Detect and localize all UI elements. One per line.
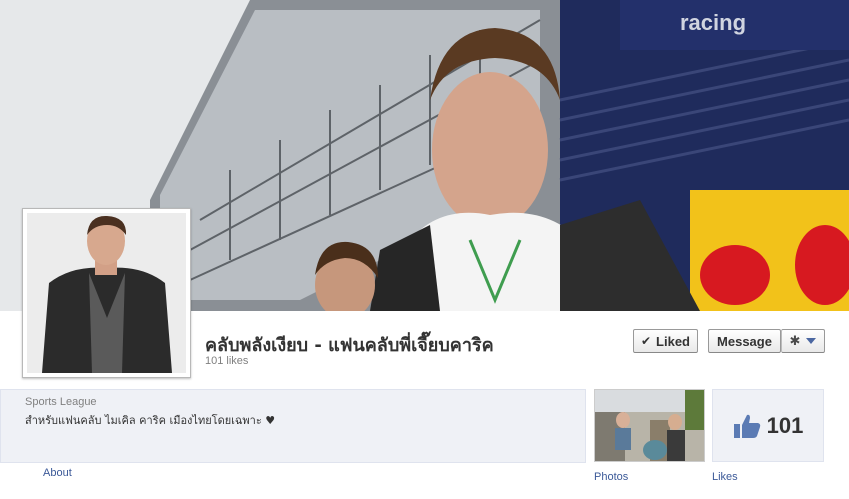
- likes-tile[interactable]: 101: [712, 389, 824, 462]
- message-button[interactable]: Message: [708, 329, 781, 353]
- liked-button[interactable]: ✔ Liked: [633, 329, 698, 353]
- caret-down-icon: [806, 338, 817, 344]
- svg-text:racing: racing: [680, 10, 746, 35]
- settings-dropdown-button[interactable]: ✱: [781, 329, 825, 353]
- page-category: Sports League: [25, 396, 97, 408]
- page-description: สำหรับแฟนคลับ ไมเคิล คาริค เมืองไทยโดยเฉ…: [25, 414, 276, 427]
- photos-link[interactable]: Photos: [594, 471, 628, 483]
- gear-icon: ✱: [789, 333, 801, 348]
- profile-picture[interactable]: [22, 208, 191, 378]
- liked-label: Liked: [656, 333, 691, 349]
- about-link[interactable]: About: [43, 467, 72, 479]
- profile-image: [27, 213, 186, 373]
- likes-tile-count: 101: [766, 412, 804, 438]
- check-icon: ✔: [640, 334, 652, 348]
- photos-thumbnail: [595, 390, 704, 461]
- thumbs-up-icon: [733, 414, 760, 438]
- likes-count-text: 101 likes: [205, 355, 249, 367]
- photos-tile[interactable]: [594, 389, 705, 462]
- message-label: Message: [717, 333, 772, 349]
- likes-link[interactable]: Likes: [712, 471, 738, 483]
